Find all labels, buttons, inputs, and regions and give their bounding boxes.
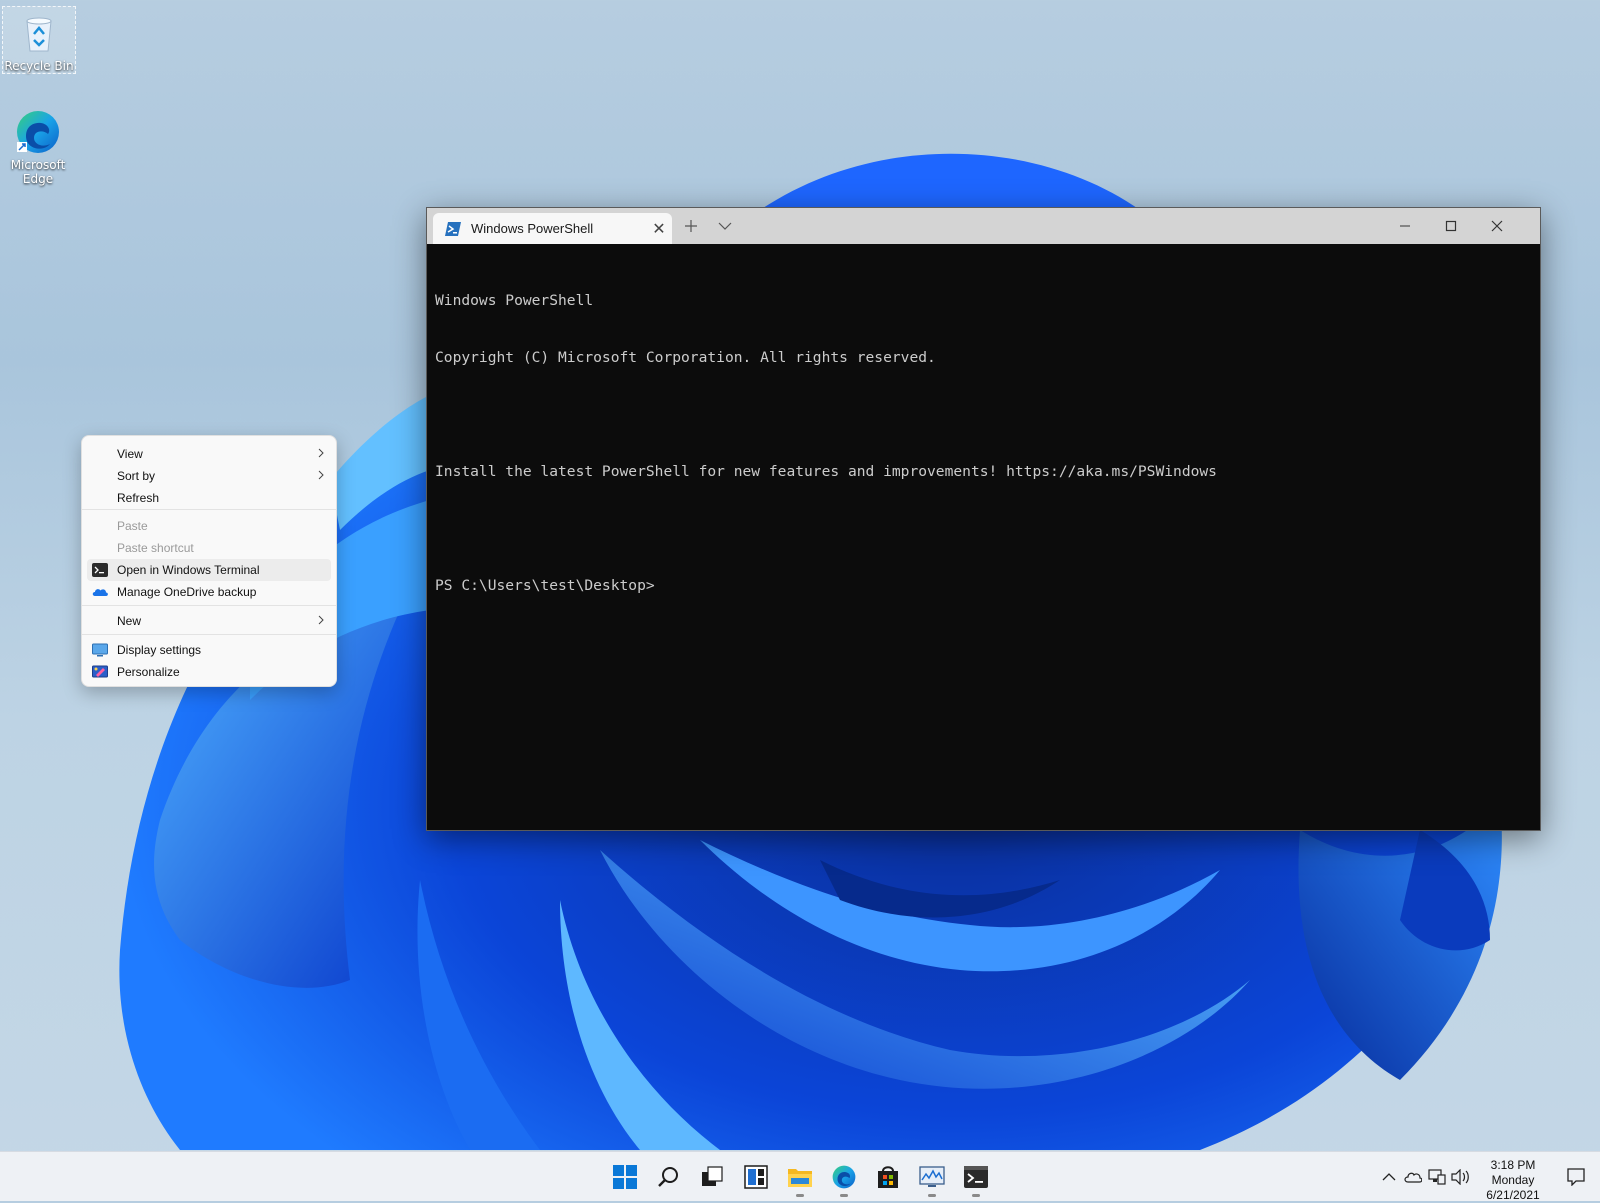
desktop-icon-microsoft-edge[interactable]: Microsoft Edge — [2, 106, 74, 190]
task-view-icon — [702, 1166, 723, 1186]
onedrive-icon — [92, 589, 108, 596]
close-icon — [1491, 220, 1503, 232]
tab-label: Windows PowerShell — [471, 221, 594, 236]
recycle-bin-icon — [15, 9, 63, 57]
chevron-right-icon — [318, 470, 324, 480]
personalize-icon — [92, 665, 108, 678]
widgets-icon — [744, 1165, 768, 1189]
chevron-right-icon — [318, 448, 324, 458]
notification-center-button[interactable] — [1562, 1161, 1590, 1193]
volume-icon — [1451, 1169, 1469, 1185]
taskbar: 3:18 PM Monday 6/21/2021 — [0, 1151, 1600, 1203]
plus-icon — [685, 220, 697, 232]
menu-item-label: View — [117, 447, 143, 461]
tab-dropdown-button[interactable] — [711, 212, 739, 240]
menu-item-manage-onedrive-backup[interactable]: Manage OneDrive backup — [87, 581, 331, 603]
edge-icon — [14, 108, 62, 156]
menu-item-label: Sort by — [117, 469, 156, 483]
onedrive-icon — [1404, 1172, 1422, 1183]
search-button[interactable] — [653, 1161, 685, 1193]
notification-icon — [1567, 1168, 1585, 1186]
file-explorer-icon — [788, 1169, 812, 1187]
start-icon — [613, 1165, 637, 1189]
taskbar-store[interactable] — [872, 1161, 904, 1193]
terminal-window[interactable]: Windows PowerShell ✕ Windows PowerShell … — [426, 207, 1541, 831]
terminal-icon — [92, 563, 108, 577]
terminal-prompt: PS C:\Users\test\Desktop> — [435, 577, 655, 594]
menu-separator — [82, 634, 336, 635]
menu-separator — [82, 605, 336, 606]
menu-item-personalize[interactable]: Personalize — [87, 661, 331, 683]
display-icon — [92, 643, 108, 657]
task-view-button[interactable] — [696, 1161, 728, 1193]
menu-item-label: Open in Windows Terminal — [117, 563, 260, 577]
menu-item-label: Display settings — [117, 643, 202, 657]
chevron-right-icon — [318, 615, 324, 625]
running-indicator — [796, 1194, 804, 1197]
menu-item-view[interactable]: View — [87, 443, 331, 465]
terminal-line: Install the latest PowerShell for new fe… — [435, 463, 1217, 480]
clock-day: Monday — [1491, 1173, 1535, 1187]
powershell-icon — [445, 221, 461, 236]
search-icon — [658, 1167, 678, 1187]
edge-icon — [832, 1165, 856, 1189]
terminal-line: Windows PowerShell — [435, 292, 594, 309]
menu-separator — [82, 509, 336, 510]
menu-item-label: New — [117, 614, 142, 628]
menu-item-paste[interactable]: Paste — [87, 515, 331, 537]
menu-item-paste-shortcut[interactable]: Paste shortcut — [87, 537, 331, 559]
terminal-line: Copyright (C) Microsoft Corporation. All… — [435, 349, 936, 366]
taskbar-performance-monitor[interactable] — [916, 1161, 948, 1197]
widgets-button[interactable] — [740, 1161, 772, 1193]
chevron-down-icon — [718, 222, 732, 230]
maximize-icon — [1445, 220, 1457, 232]
menu-item-open-in-windows-terminal[interactable]: Open in Windows Terminal — [87, 559, 331, 581]
running-indicator — [840, 1194, 848, 1197]
terminal-output[interactable]: Windows PowerShell Copyright (C) Microso… — [427, 244, 1540, 830]
maximize-button[interactable] — [1428, 212, 1474, 240]
performance-monitor-icon — [919, 1166, 945, 1187]
desktop-context-menu: View Sort by Refresh Paste Paste shortcu… — [81, 435, 337, 687]
menu-item-label: Personalize — [117, 665, 180, 679]
menu-item-label: Paste — [117, 519, 148, 533]
minimize-button[interactable] — [1382, 212, 1428, 240]
clock-time: 3:18 PM — [1490, 1158, 1536, 1172]
clock-date: 6/21/2021 — [1486, 1188, 1540, 1202]
taskbar-clock[interactable]: 3:18 PM Monday 6/21/2021 — [1472, 1158, 1554, 1203]
menu-item-label: Manage OneDrive backup — [117, 585, 257, 599]
edge-label: Microsoft Edge — [10, 158, 66, 186]
menu-item-refresh[interactable]: Refresh — [87, 487, 331, 509]
menu-item-new[interactable]: New — [87, 610, 331, 632]
start-button[interactable] — [609, 1161, 641, 1193]
terminal-icon — [964, 1166, 988, 1188]
network-icon — [1428, 1169, 1446, 1185]
tray-network[interactable] — [1426, 1161, 1448, 1193]
desktop-icon-recycle-bin[interactable]: Recycle Bin — [2, 6, 76, 74]
taskbar-file-explorer[interactable] — [784, 1161, 816, 1197]
tray-volume[interactable] — [1450, 1161, 1472, 1193]
terminal-titlebar[interactable]: Windows PowerShell ✕ — [427, 208, 1540, 244]
new-tab-button[interactable] — [677, 212, 705, 240]
recycle-bin-label: Recycle Bin — [4, 59, 74, 73]
tab-close-icon[interactable]: ✕ — [646, 219, 672, 239]
show-hidden-icons-button[interactable] — [1378, 1161, 1400, 1193]
menu-item-label: Refresh — [117, 491, 160, 505]
menu-item-sort-by[interactable]: Sort by — [87, 465, 331, 487]
tray-onedrive[interactable] — [1402, 1161, 1424, 1193]
minimize-icon — [1400, 225, 1410, 227]
tab-windows-powershell[interactable]: Windows PowerShell ✕ — [433, 213, 672, 244]
chevron-up-icon — [1382, 1173, 1396, 1181]
taskbar-terminal[interactable] — [960, 1161, 992, 1197]
menu-item-display-settings[interactable]: Display settings — [87, 639, 331, 661]
running-indicator — [928, 1194, 936, 1197]
store-icon — [878, 1166, 898, 1188]
close-button[interactable] — [1474, 212, 1520, 240]
menu-item-label: Paste shortcut — [117, 541, 194, 555]
taskbar-edge[interactable] — [828, 1161, 860, 1197]
running-indicator — [972, 1194, 980, 1197]
